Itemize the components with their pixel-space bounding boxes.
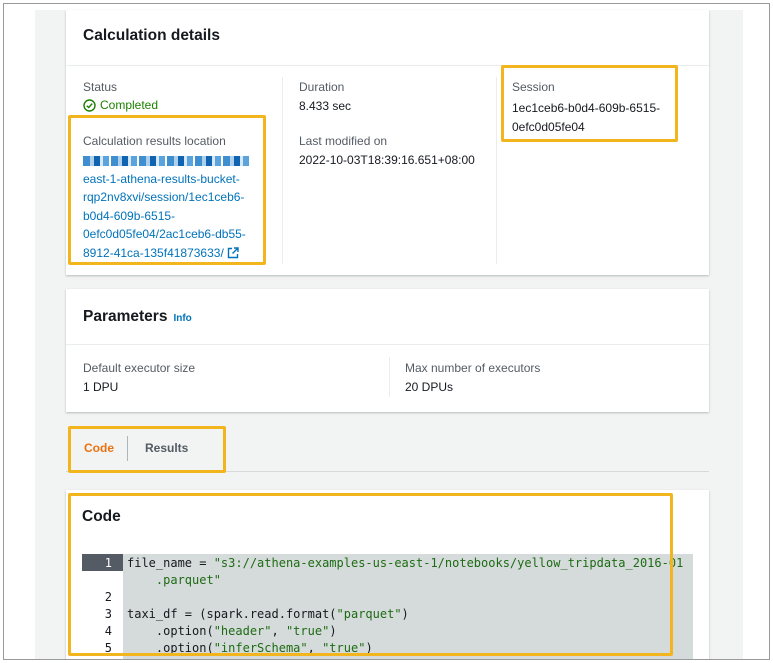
- highlight-box-code: [68, 493, 673, 656]
- screenshot-frame: Calculation details Status Completed Cal…: [3, 3, 770, 660]
- info-link[interactable]: Info: [173, 313, 191, 324]
- status-label: Status: [83, 80, 118, 94]
- last-modified-value: 2022-10-03T18:39:16.651+08:00: [299, 153, 475, 167]
- parameters-panel: Parameters Info Default executor size 1 D…: [66, 289, 709, 412]
- duration-label: Duration: [299, 80, 345, 94]
- calculation-details-title: Calculation details: [83, 27, 220, 44]
- parameters-title-text: Parameters: [83, 308, 168, 325]
- max-executors-value: 20 DPUs: [405, 380, 454, 394]
- highlight-box-tabs: [68, 426, 226, 473]
- column-divider: [389, 357, 390, 397]
- status-value: Completed: [83, 98, 158, 112]
- parameters-title: Parameters Info: [83, 308, 192, 326]
- executor-size-value: 1 DPU: [83, 380, 119, 394]
- status-text: Completed: [100, 98, 159, 112]
- highlight-box-results-location: [68, 115, 266, 265]
- column-divider: [496, 77, 497, 264]
- max-executors-label: Max number of executors: [405, 361, 541, 375]
- duration-value: 8.433 sec: [299, 99, 352, 113]
- panel-header-divider: [66, 344, 709, 345]
- last-modified-label: Last modified on: [299, 134, 388, 148]
- highlight-box-session: [501, 65, 678, 142]
- column-divider: [282, 77, 283, 264]
- check-circle-icon: [83, 98, 96, 112]
- executor-size-label: Default executor size: [83, 361, 196, 375]
